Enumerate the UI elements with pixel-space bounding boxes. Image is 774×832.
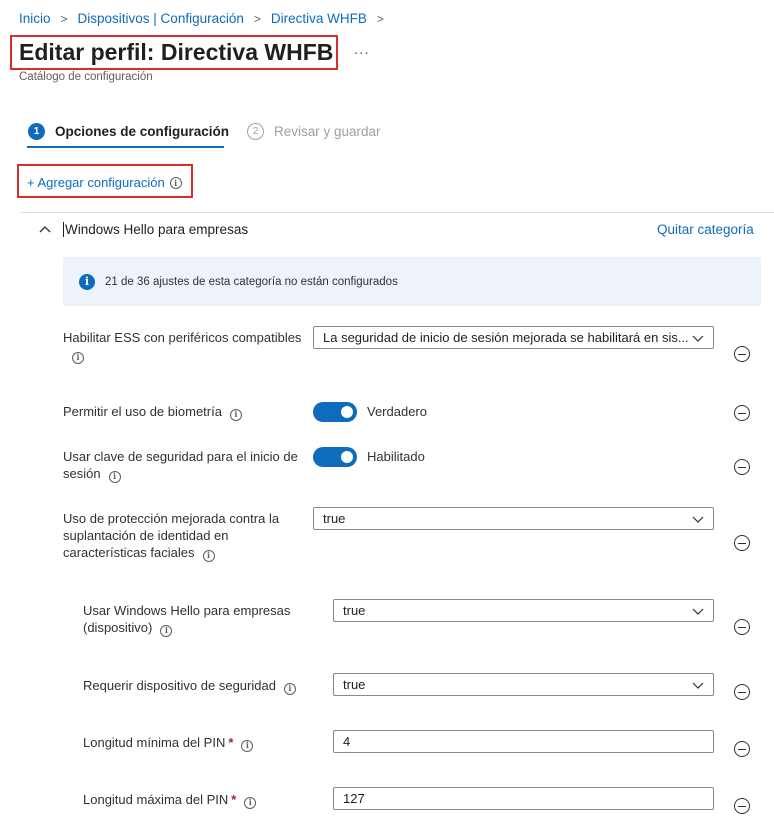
required-marker: * [228, 735, 234, 750]
chevron-right-icon: > [60, 11, 68, 26]
info-icon[interactable]: i [160, 624, 173, 637]
required-marker: * [231, 792, 237, 807]
ess-dropdown-value: La seguridad de inicio de sesión mejorad… [323, 330, 689, 345]
biometrics-toggle-label: Verdadero [367, 404, 427, 419]
security-key-toggle[interactable] [313, 447, 357, 467]
info-icon: i [79, 273, 95, 290]
breadcrumb-devices[interactable]: Dispositivos | Configuración [78, 11, 244, 26]
remove-setting-icon[interactable] [734, 741, 750, 757]
active-step-indicator [27, 146, 224, 148]
tab-configuration-settings[interactable]: 1 Opciones de configuración [28, 123, 229, 140]
require-device-dropdown[interactable]: true [333, 673, 714, 696]
remove-category-link[interactable]: Quitar categoría [657, 222, 754, 237]
info-icon[interactable]: i [283, 682, 296, 695]
chevron-right-icon: > [376, 11, 384, 26]
info-icon[interactable]: i [108, 470, 121, 483]
ess-dropdown[interactable]: La seguridad de inicio de sesión mejorad… [313, 326, 714, 349]
biometrics-toggle[interactable] [313, 402, 357, 422]
setting-label-text: Permitir el uso de biometría [63, 404, 222, 419]
remove-setting-icon[interactable] [734, 684, 750, 700]
remove-setting-icon[interactable] [734, 346, 750, 362]
breadcrumb-policy[interactable]: Directiva WHFB [271, 11, 367, 26]
setting-label-ess: Habilitar ESS con periféricos compatible… [63, 329, 303, 364]
page-subtitle: Catálogo de configuración [19, 71, 153, 83]
step-label-2: Revisar y guardar [274, 124, 381, 139]
remove-setting-icon[interactable] [734, 619, 750, 635]
info-icon[interactable]: i [229, 408, 242, 421]
chevron-down-icon [692, 608, 704, 615]
step-number-2: 2 [247, 123, 264, 140]
breadcrumb: Inicio > Dispositivos | Configuración > … [19, 11, 394, 26]
setting-label-text: Longitud mínima del PIN [83, 735, 226, 750]
security-key-toggle-label: Habilitado [367, 449, 425, 464]
setting-label-text: Usar clave de seguridad para el inicio d… [63, 449, 298, 481]
remove-setting-icon[interactable] [734, 535, 750, 551]
anti-spoofing-dropdown[interactable]: true [313, 507, 714, 530]
setting-label-text: Uso de protección mejorada contra la sup… [63, 511, 280, 560]
chevron-right-icon: > [253, 11, 261, 26]
info-icon[interactable]: i [72, 351, 84, 364]
divider [20, 212, 774, 213]
page-title: Editar perfil: Directiva WHFB [19, 39, 334, 65]
setting-label-biometrics: Permitir el uso de biometría i [63, 403, 303, 421]
remove-setting-icon[interactable] [734, 405, 750, 421]
add-setting-label: + Agregar configuración [27, 175, 165, 190]
setting-label-text: Habilitar ESS con periféricos compatible… [63, 330, 302, 345]
category-title: Windows Hello para empresas [63, 222, 249, 237]
setting-label-use-whfb: Usar Windows Hello para empresas (dispos… [83, 602, 313, 637]
use-whfb-value: true [343, 603, 366, 618]
chevron-up-icon[interactable] [38, 222, 52, 236]
require-device-value: true [343, 677, 366, 692]
more-icon[interactable]: ... [354, 41, 370, 58]
add-setting-button[interactable]: + Agregar configuración i [27, 175, 182, 190]
setting-label-text: Requerir dispositivo de seguridad [83, 678, 276, 693]
min-pin-input[interactable]: 4 [333, 730, 714, 753]
info-banner: i 21 de 36 ajustes de esta categoría no … [63, 257, 761, 306]
setting-label-max-pin: Longitud máxima del PIN * i [83, 791, 323, 809]
info-icon[interactable]: i [241, 739, 254, 752]
info-icon[interactable]: i [244, 796, 257, 809]
setting-label-security-key: Usar clave de seguridad para el inicio d… [63, 448, 303, 483]
banner-text: 21 de 36 ajustes de esta categoría no es… [105, 275, 398, 288]
chevron-down-icon [692, 682, 704, 689]
chevron-down-icon [692, 516, 704, 523]
info-icon[interactable]: i [202, 549, 215, 562]
anti-spoofing-value: true [323, 511, 346, 526]
breadcrumb-home[interactable]: Inicio [19, 11, 51, 26]
setting-label-min-pin: Longitud mínima del PIN * i [83, 734, 323, 752]
remove-setting-icon[interactable] [734, 798, 750, 814]
max-pin-input[interactable]: 127 [333, 787, 714, 810]
info-icon[interactable]: i [169, 176, 182, 189]
step-label-1: Opciones de configuración [55, 124, 230, 139]
setting-label-text: Longitud máxima del PIN [83, 792, 229, 807]
setting-label-anti-spoofing: Uso de protección mejorada contra la sup… [63, 510, 303, 562]
chevron-down-icon [692, 335, 704, 342]
setting-label-text: Usar Windows Hello para empresas (dispos… [83, 603, 291, 635]
use-whfb-dropdown[interactable]: true [333, 599, 714, 622]
setting-label-require-device: Requerir dispositivo de seguridad i [83, 677, 323, 695]
remove-setting-icon[interactable] [734, 459, 750, 475]
step-number-1: 1 [28, 123, 45, 140]
tab-review-save[interactable]: 2 Revisar y guardar [247, 123, 381, 140]
